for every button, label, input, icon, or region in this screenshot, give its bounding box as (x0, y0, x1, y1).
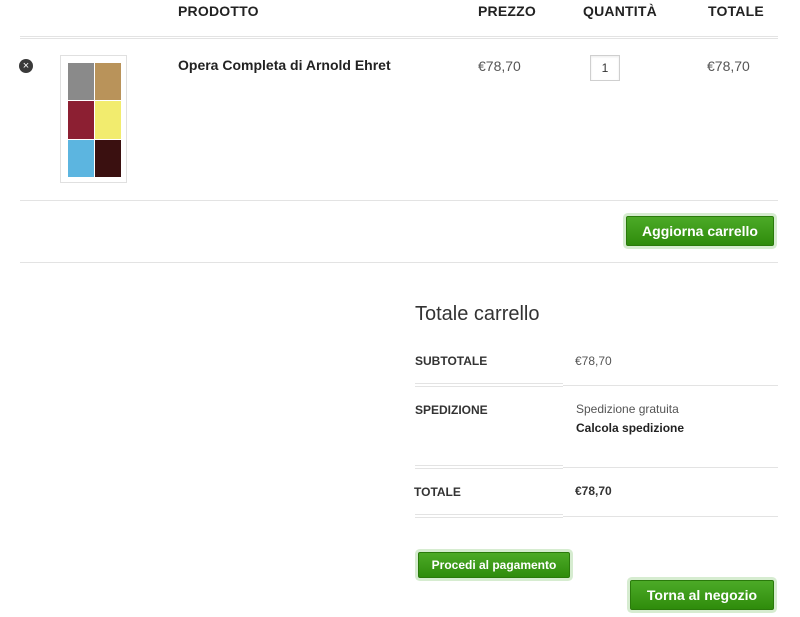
total-value: €78,70 (575, 484, 612, 498)
remove-icon: × (22, 60, 30, 72)
product-thumbnail[interactable] (60, 55, 127, 183)
quantity-input[interactable] (590, 55, 620, 81)
totals-divider (563, 516, 778, 517)
shipping-value: Spedizione gratuita (576, 402, 679, 416)
column-header-price: PREZZO (478, 3, 536, 19)
totals-divider (563, 467, 778, 468)
item-total: €78,70 (707, 58, 750, 74)
book-cover (95, 139, 121, 177)
book-cover (95, 101, 121, 139)
totals-divider (415, 383, 563, 384)
update-cart-button[interactable]: Aggiorna carrello (626, 216, 774, 246)
cart-totals-title: Totale carrello (415, 303, 540, 325)
column-header-quantity: QUANTITÀ (583, 3, 657, 19)
remove-item-button[interactable]: × (19, 59, 33, 73)
column-header-product: PRODOTTO (178, 3, 259, 19)
product-name-link[interactable]: Opera Completa di Arnold Ehret (178, 57, 391, 73)
subtotal-label: SUBTOTALE (415, 354, 488, 368)
totals-divider (415, 465, 563, 466)
book-cover (68, 101, 94, 139)
totals-divider (415, 468, 563, 469)
shipping-label: SPEDIZIONE (415, 403, 488, 417)
totals-divider (415, 514, 563, 515)
book-covers-image (68, 63, 121, 177)
row-divider (20, 200, 778, 201)
totals-divider (563, 385, 778, 386)
column-header-total: TOTALE (708, 3, 764, 19)
subtotal-value: €78,70 (575, 354, 612, 368)
totals-divider (415, 386, 563, 387)
back-to-shop-button[interactable]: Torna al negozio (630, 580, 774, 610)
header-divider (20, 36, 778, 39)
book-cover (95, 63, 121, 101)
totals-divider (415, 517, 563, 518)
checkout-button[interactable]: Procedi al pagamento (418, 552, 570, 578)
item-price: €78,70 (478, 58, 521, 74)
section-divider (20, 262, 778, 263)
calculate-shipping-link[interactable]: Calcola spedizione (576, 421, 684, 435)
book-cover (68, 63, 94, 101)
book-cover (68, 139, 94, 177)
total-label: TOTALE (414, 485, 461, 499)
